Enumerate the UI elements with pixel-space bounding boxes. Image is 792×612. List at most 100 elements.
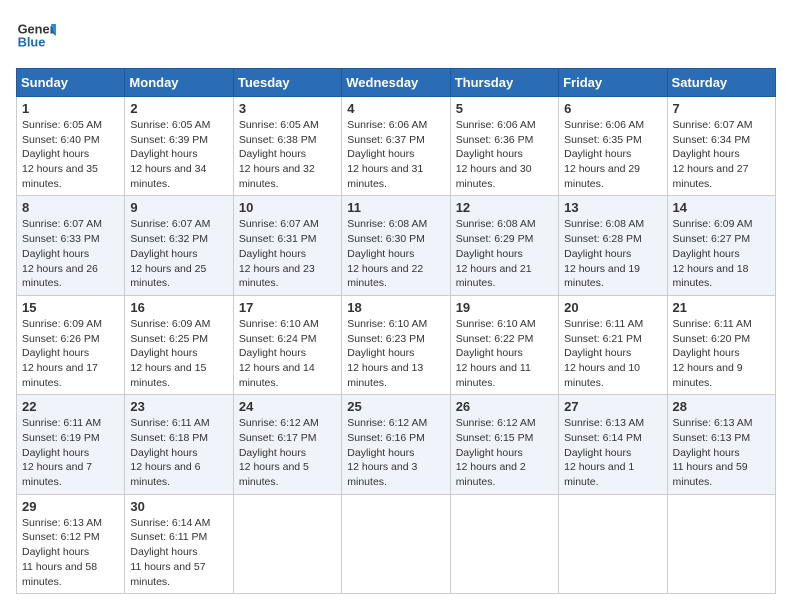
calendar-cell: 25 Sunrise: 6:12 AM Sunset: 6:16 PM Dayl…	[342, 395, 450, 494]
day-number: 30	[130, 499, 227, 514]
calendar-week-5: 29 Sunrise: 6:13 AM Sunset: 6:12 PM Dayl…	[17, 494, 776, 593]
day-info: Sunrise: 6:11 AM Sunset: 6:18 PM Dayligh…	[130, 416, 227, 489]
day-info: Sunrise: 6:05 AM Sunset: 6:38 PM Dayligh…	[239, 118, 336, 191]
day-number: 8	[22, 200, 119, 215]
calendar-cell: 29 Sunrise: 6:13 AM Sunset: 6:12 PM Dayl…	[17, 494, 125, 593]
calendar-cell: 20 Sunrise: 6:11 AM Sunset: 6:21 PM Dayl…	[559, 295, 667, 394]
weekday-header-sunday: Sunday	[17, 69, 125, 97]
weekday-header-thursday: Thursday	[450, 69, 558, 97]
day-info: Sunrise: 6:12 AM Sunset: 6:17 PM Dayligh…	[239, 416, 336, 489]
day-info: Sunrise: 6:08 AM Sunset: 6:29 PM Dayligh…	[456, 217, 553, 290]
calendar-cell: 22 Sunrise: 6:11 AM Sunset: 6:19 PM Dayl…	[17, 395, 125, 494]
day-number: 12	[456, 200, 553, 215]
day-number: 19	[456, 300, 553, 315]
day-info: Sunrise: 6:07 AM Sunset: 6:32 PM Dayligh…	[130, 217, 227, 290]
day-number: 3	[239, 101, 336, 116]
day-number: 5	[456, 101, 553, 116]
weekday-header-tuesday: Tuesday	[233, 69, 341, 97]
day-info: Sunrise: 6:09 AM Sunset: 6:26 PM Dayligh…	[22, 317, 119, 390]
calendar-cell: 30 Sunrise: 6:14 AM Sunset: 6:11 PM Dayl…	[125, 494, 233, 593]
calendar-cell: 16 Sunrise: 6:09 AM Sunset: 6:25 PM Dayl…	[125, 295, 233, 394]
weekday-header-saturday: Saturday	[667, 69, 775, 97]
day-info: Sunrise: 6:08 AM Sunset: 6:28 PM Dayligh…	[564, 217, 661, 290]
calendar-week-2: 8 Sunrise: 6:07 AM Sunset: 6:33 PM Dayli…	[17, 196, 776, 295]
day-number: 9	[130, 200, 227, 215]
calendar-cell: 13 Sunrise: 6:08 AM Sunset: 6:28 PM Dayl…	[559, 196, 667, 295]
calendar-cell: 14 Sunrise: 6:09 AM Sunset: 6:27 PM Dayl…	[667, 196, 775, 295]
calendar-cell: 8 Sunrise: 6:07 AM Sunset: 6:33 PM Dayli…	[17, 196, 125, 295]
calendar-week-4: 22 Sunrise: 6:11 AM Sunset: 6:19 PM Dayl…	[17, 395, 776, 494]
calendar-cell: 19 Sunrise: 6:10 AM Sunset: 6:22 PM Dayl…	[450, 295, 558, 394]
day-number: 13	[564, 200, 661, 215]
calendar-cell	[450, 494, 558, 593]
calendar-table: SundayMondayTuesdayWednesdayThursdayFrid…	[16, 68, 776, 594]
day-number: 28	[673, 399, 770, 414]
day-info: Sunrise: 6:11 AM Sunset: 6:20 PM Dayligh…	[673, 317, 770, 390]
calendar-cell: 2 Sunrise: 6:05 AM Sunset: 6:39 PM Dayli…	[125, 97, 233, 196]
calendar-week-3: 15 Sunrise: 6:09 AM Sunset: 6:26 PM Dayl…	[17, 295, 776, 394]
day-info: Sunrise: 6:13 AM Sunset: 6:14 PM Dayligh…	[564, 416, 661, 489]
day-info: Sunrise: 6:09 AM Sunset: 6:27 PM Dayligh…	[673, 217, 770, 290]
calendar-cell: 27 Sunrise: 6:13 AM Sunset: 6:14 PM Dayl…	[559, 395, 667, 494]
day-number: 1	[22, 101, 119, 116]
day-info: Sunrise: 6:06 AM Sunset: 6:35 PM Dayligh…	[564, 118, 661, 191]
day-number: 25	[347, 399, 444, 414]
day-info: Sunrise: 6:07 AM Sunset: 6:31 PM Dayligh…	[239, 217, 336, 290]
calendar-cell: 3 Sunrise: 6:05 AM Sunset: 6:38 PM Dayli…	[233, 97, 341, 196]
calendar-cell: 12 Sunrise: 6:08 AM Sunset: 6:29 PM Dayl…	[450, 196, 558, 295]
calendar-cell: 1 Sunrise: 6:05 AM Sunset: 6:40 PM Dayli…	[17, 97, 125, 196]
day-number: 6	[564, 101, 661, 116]
day-info: Sunrise: 6:10 AM Sunset: 6:23 PM Dayligh…	[347, 317, 444, 390]
day-number: 4	[347, 101, 444, 116]
calendar-cell	[667, 494, 775, 593]
calendar-cell: 9 Sunrise: 6:07 AM Sunset: 6:32 PM Dayli…	[125, 196, 233, 295]
calendar-cell: 6 Sunrise: 6:06 AM Sunset: 6:35 PM Dayli…	[559, 97, 667, 196]
day-number: 16	[130, 300, 227, 315]
calendar-cell: 17 Sunrise: 6:10 AM Sunset: 6:24 PM Dayl…	[233, 295, 341, 394]
day-info: Sunrise: 6:07 AM Sunset: 6:34 PM Dayligh…	[673, 118, 770, 191]
calendar-cell: 21 Sunrise: 6:11 AM Sunset: 6:20 PM Dayl…	[667, 295, 775, 394]
weekday-header-monday: Monday	[125, 69, 233, 97]
day-number: 7	[673, 101, 770, 116]
day-info: Sunrise: 6:08 AM Sunset: 6:30 PM Dayligh…	[347, 217, 444, 290]
day-number: 24	[239, 399, 336, 414]
day-info: Sunrise: 6:11 AM Sunset: 6:21 PM Dayligh…	[564, 317, 661, 390]
svg-text:Blue: Blue	[18, 34, 46, 49]
day-info: Sunrise: 6:07 AM Sunset: 6:33 PM Dayligh…	[22, 217, 119, 290]
calendar-cell: 7 Sunrise: 6:07 AM Sunset: 6:34 PM Dayli…	[667, 97, 775, 196]
day-number: 10	[239, 200, 336, 215]
day-info: Sunrise: 6:10 AM Sunset: 6:24 PM Dayligh…	[239, 317, 336, 390]
page-header: General Blue	[16, 16, 776, 56]
calendar-cell: 24 Sunrise: 6:12 AM Sunset: 6:17 PM Dayl…	[233, 395, 341, 494]
day-number: 26	[456, 399, 553, 414]
calendar-cell	[559, 494, 667, 593]
calendar-cell: 23 Sunrise: 6:11 AM Sunset: 6:18 PM Dayl…	[125, 395, 233, 494]
day-number: 2	[130, 101, 227, 116]
day-info: Sunrise: 6:13 AM Sunset: 6:13 PM Dayligh…	[673, 416, 770, 489]
day-info: Sunrise: 6:05 AM Sunset: 6:40 PM Dayligh…	[22, 118, 119, 191]
day-number: 15	[22, 300, 119, 315]
logo: General Blue	[16, 16, 62, 56]
day-number: 22	[22, 399, 119, 414]
calendar-cell: 10 Sunrise: 6:07 AM Sunset: 6:31 PM Dayl…	[233, 196, 341, 295]
calendar-cell	[233, 494, 341, 593]
day-number: 20	[564, 300, 661, 315]
calendar-cell: 4 Sunrise: 6:06 AM Sunset: 6:37 PM Dayli…	[342, 97, 450, 196]
calendar-cell: 28 Sunrise: 6:13 AM Sunset: 6:13 PM Dayl…	[667, 395, 775, 494]
day-info: Sunrise: 6:14 AM Sunset: 6:11 PM Dayligh…	[130, 516, 227, 589]
day-number: 27	[564, 399, 661, 414]
weekday-header-wednesday: Wednesday	[342, 69, 450, 97]
day-number: 29	[22, 499, 119, 514]
day-info: Sunrise: 6:09 AM Sunset: 6:25 PM Dayligh…	[130, 317, 227, 390]
day-number: 17	[239, 300, 336, 315]
day-info: Sunrise: 6:06 AM Sunset: 6:37 PM Dayligh…	[347, 118, 444, 191]
day-info: Sunrise: 6:12 AM Sunset: 6:15 PM Dayligh…	[456, 416, 553, 489]
calendar-cell: 15 Sunrise: 6:09 AM Sunset: 6:26 PM Dayl…	[17, 295, 125, 394]
day-info: Sunrise: 6:12 AM Sunset: 6:16 PM Dayligh…	[347, 416, 444, 489]
calendar-cell	[342, 494, 450, 593]
day-number: 21	[673, 300, 770, 315]
weekday-header-friday: Friday	[559, 69, 667, 97]
calendar-cell: 11 Sunrise: 6:08 AM Sunset: 6:30 PM Dayl…	[342, 196, 450, 295]
calendar-cell: 26 Sunrise: 6:12 AM Sunset: 6:15 PM Dayl…	[450, 395, 558, 494]
day-info: Sunrise: 6:06 AM Sunset: 6:36 PM Dayligh…	[456, 118, 553, 191]
